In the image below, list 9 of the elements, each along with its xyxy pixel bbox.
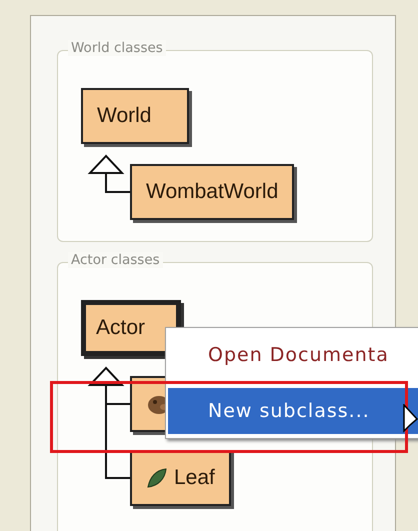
group-legend: World classes [68,40,166,56]
class-box[interactable]: World [81,88,189,144]
class-box[interactable]: Leaf [130,450,231,506]
inheritance-arrow [88,154,130,193]
class-box[interactable]: Actor [81,300,181,356]
menu-item[interactable]: New subclass... [168,388,418,434]
leaf-icon [146,467,168,490]
class-box[interactable]: WombatWorld [130,164,294,220]
group-legend: Actor classes [68,252,163,268]
